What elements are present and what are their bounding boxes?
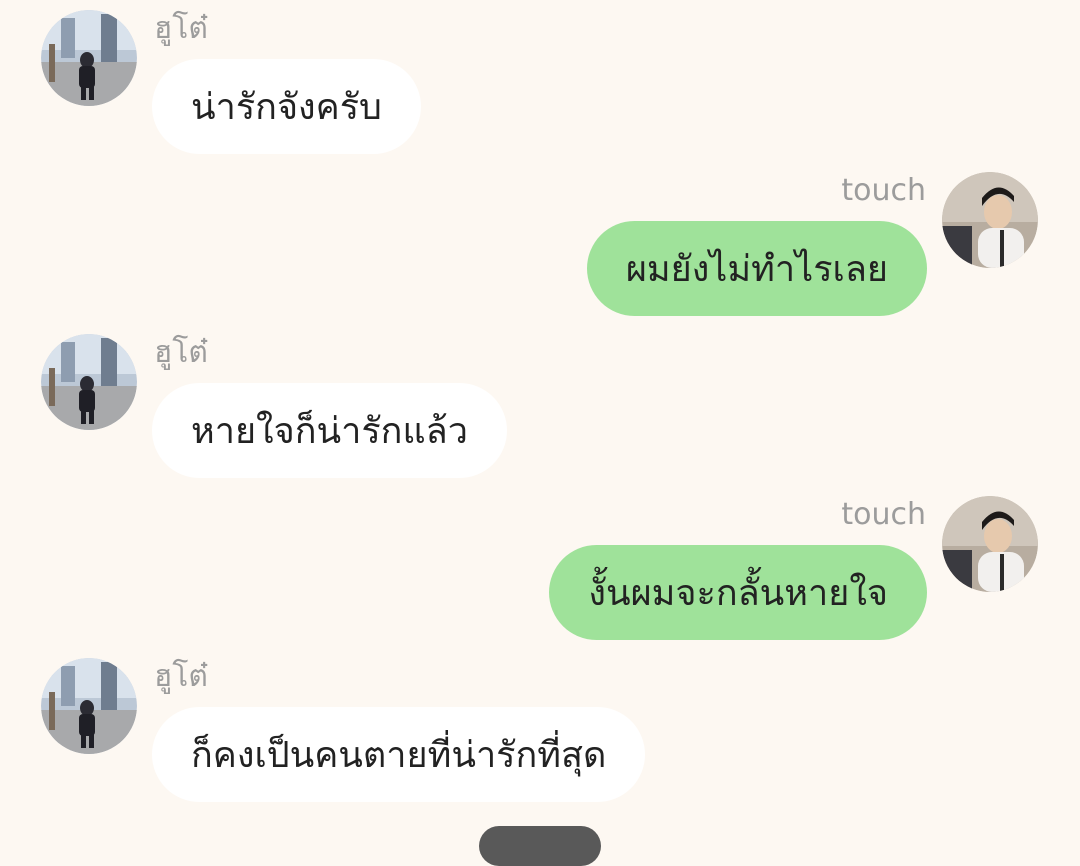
sender-name: ฮูโต๋ (154, 659, 208, 694)
message-bubble[interactable]: งั้นผมจะกลั้นหายใจ (549, 545, 927, 640)
hutoh-avatar-icon[interactable] (41, 658, 137, 754)
message-incoming: ฮูโต๋ ก็คงเป็นคนตายที่น่ารักที่สุด (0, 648, 1080, 808)
message-outgoing: touch ผมยังไม่ทำไรเลย (0, 0, 1080, 316)
touch-avatar-icon[interactable] (942, 172, 1038, 268)
message-bubble[interactable]: ก็คงเป็นคนตายที่น่ารักที่สุด (152, 707, 646, 802)
touch-avatar-icon[interactable] (942, 496, 1038, 592)
chat-thread: ฮูโต๋ น่ารักจังครับ touch ผมยังไม่ทำไรเล… (0, 0, 1080, 866)
message-bubble[interactable]: ผมยังไม่ทำไรเลย (586, 221, 927, 316)
message-outgoing: touch งั้นผมจะกลั้นหายใจ (0, 324, 1080, 640)
sender-name: touch (841, 497, 926, 532)
scroll-to-bottom-button[interactable] (479, 826, 601, 866)
sender-name: touch (841, 173, 926, 208)
